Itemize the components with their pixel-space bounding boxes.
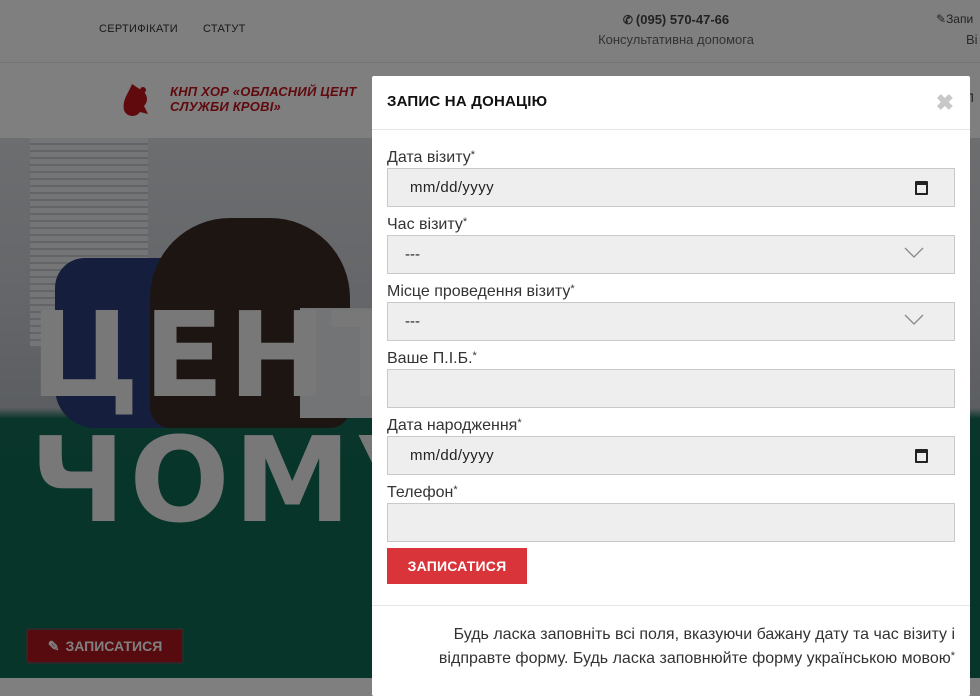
- required-mark: *: [453, 484, 458, 496]
- phone-label: Телефон*: [387, 475, 955, 503]
- form-instructions-line-2: відправте форму. Будь ласка заповнюйте ф…: [395, 647, 955, 671]
- submit-button[interactable]: ЗАПИСАТИСЯ: [387, 548, 527, 584]
- required-mark: *: [472, 350, 477, 362]
- form-instructions-line-2-text: відправте форму. Будь ласка заповнюйте ф…: [438, 650, 951, 667]
- form-instructions: Будь ласка заповніть всі поля, вказуючи …: [395, 623, 955, 671]
- visit-location-label: Місце проведення візиту*: [387, 274, 955, 302]
- visit-time-label: Час візиту*: [387, 207, 955, 235]
- modal-footer: Будь ласка заповніть всі поля, вказуючи …: [372, 605, 970, 696]
- required-mark: *: [470, 149, 475, 161]
- full-name-label: Ваше П.І.Б.*: [387, 341, 955, 369]
- visit-location-label-text: Місце проведення візиту: [387, 283, 571, 300]
- required-mark: *: [517, 417, 522, 429]
- visit-time-value: ---: [405, 246, 420, 263]
- donation-form: Дата візиту* mm/dd/yyyy Час візиту* --- …: [387, 140, 955, 584]
- full-name-input[interactable]: [387, 369, 955, 408]
- visit-location-value: ---: [405, 313, 420, 330]
- close-icon[interactable]: ✖: [936, 92, 954, 114]
- donation-modal: ЗАПИС НА ДОНАЦІЮ ✖ Дата візиту* mm/dd/yy…: [372, 76, 970, 696]
- visit-time-select[interactable]: ---: [387, 235, 955, 274]
- modal-title: ЗАПИС НА ДОНАЦІЮ: [387, 93, 548, 110]
- calendar-icon[interactable]: [915, 449, 928, 463]
- required-mark: *: [462, 216, 468, 228]
- chevron-down-icon: [904, 314, 924, 325]
- full-name-label-text: Ваше П.І.Б.: [387, 350, 473, 367]
- birth-date-label: Дата народження*: [387, 408, 955, 436]
- required-mark: *: [570, 283, 575, 295]
- form-instructions-line-1: Будь ласка заповніть всі поля, вказуючи …: [453, 626, 955, 643]
- birth-date-input[interactable]: mm/dd/yyyy: [387, 436, 955, 475]
- calendar-icon[interactable]: [915, 181, 928, 195]
- visit-date-label-text: Дата візиту: [387, 149, 471, 166]
- phone-label-text: Телефон: [387, 484, 454, 501]
- birth-date-label-text: Дата народження: [387, 417, 518, 434]
- visit-time-label-text: Час візиту: [387, 216, 463, 233]
- required-mark: *: [950, 650, 955, 662]
- visit-location-select[interactable]: ---: [387, 302, 955, 341]
- visit-date-input[interactable]: mm/dd/yyyy: [387, 168, 955, 207]
- birth-date-value: mm/dd/yyyy: [410, 447, 495, 464]
- chevron-down-icon: [904, 247, 924, 258]
- modal-header: ЗАПИС НА ДОНАЦІЮ ✖: [372, 76, 970, 130]
- visit-date-value: mm/dd/yyyy: [410, 179, 495, 196]
- phone-input[interactable]: [387, 503, 955, 542]
- visit-date-label: Дата візиту*: [387, 140, 955, 168]
